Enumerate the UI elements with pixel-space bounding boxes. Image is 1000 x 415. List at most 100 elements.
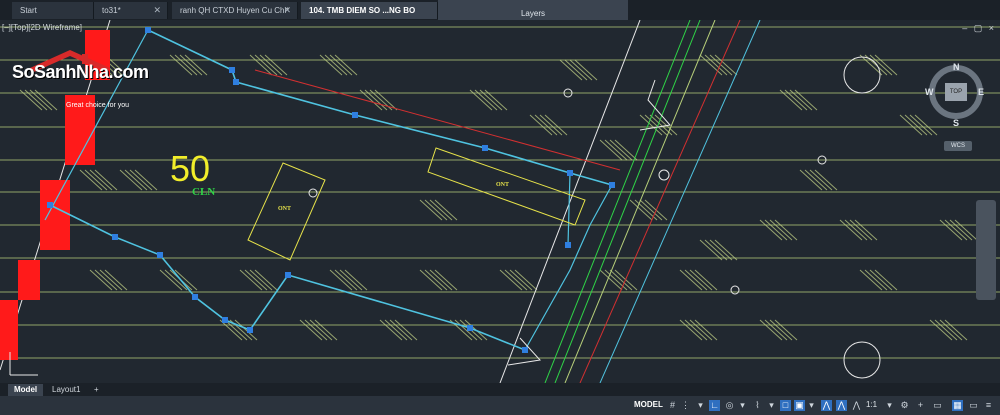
viewcube-top-face[interactable]: TOP <box>945 83 967 101</box>
lineweight-icon[interactable]: ⌇ <box>752 400 763 411</box>
vertex-grip <box>609 182 615 188</box>
vertex-grip <box>145 27 151 33</box>
hatch-line <box>939 319 963 341</box>
hatch-line <box>509 269 533 291</box>
selection-cycling-icon[interactable]: □ <box>780 400 791 411</box>
vertex-grip <box>47 202 53 208</box>
house-block <box>40 180 70 250</box>
dynamic-ucs-icon[interactable]: ▾ <box>806 400 817 411</box>
hatch-line <box>384 319 408 341</box>
tab-label: Start <box>20 6 37 15</box>
hatch-line <box>949 219 973 241</box>
wcs-menu[interactable]: WCS <box>944 141 972 151</box>
watermark-logo: SoSanhNha.com Great choice for you <box>10 50 150 112</box>
hatch-line <box>84 169 108 191</box>
hatch-line <box>944 219 968 241</box>
compass-west[interactable]: W <box>925 87 934 97</box>
hatch-line <box>224 319 248 341</box>
road-edge-line <box>564 20 716 383</box>
osnap-icon[interactable]: ◎ <box>724 400 735 411</box>
house-block <box>0 300 18 360</box>
clean-screen-icon[interactable]: ▭ <box>968 400 979 411</box>
road-boundary-line <box>579 20 741 383</box>
polar-icon[interactable]: ∟ <box>709 400 720 411</box>
tab-start[interactable]: Start <box>12 2 94 19</box>
compass-east[interactable]: E <box>978 87 984 97</box>
vertex-grip <box>522 347 528 353</box>
hatch-line <box>424 199 448 221</box>
ortho-icon[interactable]: ▾ <box>695 400 706 411</box>
hatch-line <box>534 114 558 136</box>
watermark-brand: SoSanhNha.com <box>12 62 149 82</box>
scale-dropdown-icon[interactable]: ▾ <box>884 400 895 411</box>
layers-panel-strip: Layers <box>438 0 628 20</box>
add-layout-button[interactable]: + <box>88 384 105 396</box>
hatch-line <box>604 139 628 161</box>
close-icon[interactable]: ✕ <box>153 2 161 19</box>
hatch-line <box>424 269 448 291</box>
vertex-grip <box>565 242 571 248</box>
grid-icon[interactable]: # <box>667 400 678 411</box>
compass-north[interactable]: N <box>953 62 960 72</box>
hatch-line <box>244 269 268 291</box>
customize-icon[interactable]: ≡ <box>983 400 994 411</box>
lot-number-text: 50 <box>170 148 211 189</box>
isolate-objects-icon[interactable]: ▭ <box>932 400 943 411</box>
drawing-canvas[interactable]: [–][Top][2D Wireframe] – ▢ × SoSanhNha.c… <box>0 20 1000 383</box>
road-edge-line <box>599 20 761 383</box>
road-edge-line <box>499 20 641 383</box>
tab-layout1[interactable]: Layout1 <box>46 384 86 396</box>
transparency-icon[interactable]: ▾ <box>766 400 777 411</box>
annotation-scale[interactable]: 1:1 <box>866 400 877 409</box>
plus-icon[interactable]: + <box>915 400 926 411</box>
model-space-button[interactable]: MODEL <box>634 400 663 409</box>
survey-circle <box>843 56 881 94</box>
viewport-controls-label[interactable]: [–][Top][2D Wireframe] <box>2 23 82 32</box>
tab-tmb-diem[interactable]: 104. TMB DIEM SO ...NG BO QH_reco <box>301 2 438 32</box>
hatch-line <box>844 219 868 241</box>
snap-icon[interactable]: ⋮ <box>680 400 691 411</box>
navigation-bar[interactable] <box>976 200 996 300</box>
hatch-line <box>869 54 893 76</box>
arrow-mark <box>639 79 671 131</box>
layers-panel-label[interactable]: Layers <box>438 9 628 18</box>
hatch-line <box>684 269 708 291</box>
vertex-grip <box>247 327 253 333</box>
annotation-visibility-icon[interactable]: ⋀ <box>851 400 862 411</box>
tab-ranh-qh[interactable]: ranh QH CTXD Huyen Cu Chi* ✕ <box>172 2 298 19</box>
vertex-grip <box>157 252 163 258</box>
hatch-line <box>709 239 733 261</box>
hatch-line <box>429 269 453 291</box>
autoscale-icon[interactable]: ⋀ <box>836 400 847 411</box>
otrack-icon[interactable]: ▾ <box>737 400 748 411</box>
vertex-grip <box>467 325 473 331</box>
close-icon[interactable]: ✕ <box>283 2 291 19</box>
hatch-line <box>124 169 148 191</box>
status-bar: MODEL # ⋮ ▾ ∟ ◎ ▾ ⌇ ▾ □ ▣ ▾ ⋀ ⋀ ⋀ 1:1 ▾ … <box>0 396 1000 415</box>
hatch-line <box>334 269 358 291</box>
tab-to31[interactable]: to31* ✕ <box>94 2 168 19</box>
hatch-line <box>809 169 833 191</box>
tab-model[interactable]: Model <box>8 384 44 396</box>
drawing-svg <box>0 20 1000 383</box>
hatch-line <box>689 319 713 341</box>
tab-label: to31* <box>102 6 121 15</box>
workspace-icon[interactable]: ⚙ <box>899 400 910 411</box>
tab-label: ranh QH CTXD Huyen Cu Chi* <box>180 6 290 15</box>
viewcube[interactable]: N S E W TOP <box>925 62 986 132</box>
vertex-grip <box>192 294 198 300</box>
survey-circle <box>308 188 318 198</box>
compass-south[interactable]: S <box>953 118 959 128</box>
hatch-line <box>869 269 893 291</box>
hatch-line <box>764 319 788 341</box>
hatch-line <box>174 54 198 76</box>
hatch-line <box>609 139 633 161</box>
hatch-line <box>604 269 628 291</box>
document-tab-bar: Start to31* ✕ ranh QH CTXD Huyen Cu Chi* ✕… <box>0 0 1000 32</box>
3d-osnap-icon[interactable]: ▣ <box>794 400 805 411</box>
house-block <box>18 260 40 300</box>
hatch-line <box>89 169 113 191</box>
hardware-acceleration-icon[interactable]: ▦ <box>952 400 963 411</box>
annotation-icon[interactable]: ⋀ <box>821 400 832 411</box>
viewport-window-controls[interactable]: – ▢ × <box>962 23 996 34</box>
